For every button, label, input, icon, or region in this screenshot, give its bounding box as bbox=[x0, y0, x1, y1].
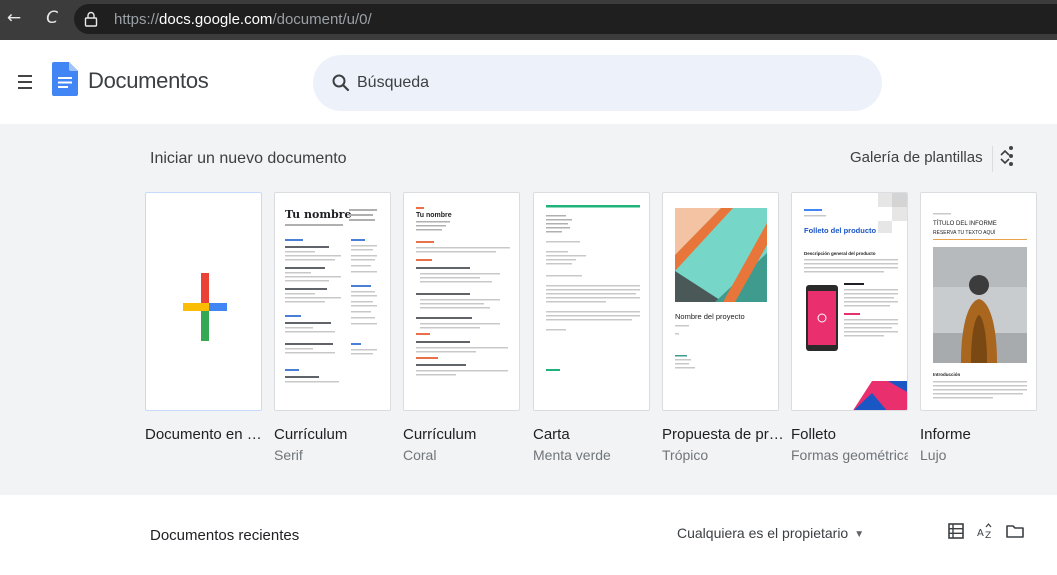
resume-coral-preview: Tu nombre bbox=[416, 207, 510, 376]
app-header: Documentos bbox=[0, 40, 1057, 124]
resume-serif-preview: Tu nombre bbox=[285, 208, 377, 383]
url-path: /document/u/0/ bbox=[272, 11, 372, 28]
recent-documents-header: Documentos recientes Cualquiera es el pr… bbox=[0, 495, 1057, 575]
plus-icon bbox=[183, 273, 227, 341]
template-name: Informe bbox=[920, 426, 971, 443]
template-resume-coral[interactable]: Tu nombre Currículum Coral bbox=[403, 192, 520, 463]
template-variant: Formas geométricas bbox=[791, 447, 908, 463]
template-variant: Lujo bbox=[920, 447, 947, 463]
more-vertical-icon[interactable] bbox=[1004, 146, 1018, 172]
template-name: Documento en bla... bbox=[145, 426, 269, 443]
url-host: docs.google.com bbox=[159, 11, 273, 28]
template-thumbnail[interactable]: Folleto del producto Descripción general… bbox=[791, 192, 908, 411]
template-blank[interactable]: Documento en bla... bbox=[145, 192, 269, 443]
back-arrow-icon[interactable]: ← bbox=[4, 8, 24, 28]
preview-section: Introducción bbox=[933, 372, 960, 377]
site-info-icon[interactable] bbox=[84, 11, 98, 27]
template-variant: Menta verde bbox=[533, 447, 611, 463]
template-gallery-toggle[interactable]: Galería de plantillas bbox=[850, 148, 1011, 172]
url-text: https://docs.google.com/document/u/0/ bbox=[114, 11, 372, 28]
template-name: Currículum bbox=[274, 426, 348, 443]
app-title[interactable]: Documentos bbox=[88, 68, 209, 94]
hamburger-menu-icon[interactable] bbox=[18, 75, 32, 89]
dropdown-arrow-icon: ▼ bbox=[854, 528, 865, 540]
url-scheme: https:// bbox=[114, 11, 160, 28]
letter-mint-preview bbox=[546, 205, 640, 371]
folder-icon[interactable] bbox=[1005, 521, 1025, 541]
list-view-icon[interactable] bbox=[946, 521, 966, 541]
docs-logo-icon[interactable] bbox=[52, 62, 78, 96]
template-resume-serif[interactable]: Tu nombre Currículum Serif bbox=[274, 192, 391, 463]
preview-heading: TÍTULO DEL INFORME bbox=[933, 220, 997, 227]
template-variant: Serif bbox=[274, 447, 303, 463]
preview-heading: Tu nombre bbox=[285, 208, 351, 221]
toolbar-divider bbox=[992, 146, 993, 172]
recent-documents-title: Documentos recientes bbox=[150, 527, 300, 544]
preview-subheading: RESERVA TU TEXTO AQUÍ bbox=[933, 229, 996, 236]
template-brochure-geometric[interactable]: Folleto del producto Descripción general… bbox=[791, 192, 908, 463]
search-input[interactable] bbox=[357, 69, 857, 97]
svg-text:Z: Z bbox=[985, 531, 991, 541]
template-report-luxe[interactable]: TÍTULO DEL INFORME RESERVA TU TEXTO AQUÍ… bbox=[920, 192, 1037, 463]
svg-text:A: A bbox=[977, 528, 984, 539]
preview-heading: Nombre del proyecto bbox=[675, 312, 745, 321]
report-luxe-preview: TÍTULO DEL INFORME RESERVA TU TEXTO AQUÍ… bbox=[933, 213, 1027, 399]
section-title: Iniciar un nuevo documento bbox=[150, 150, 347, 167]
template-name: Propuesta de proy... bbox=[662, 426, 786, 443]
gallery-label: Galería de plantillas bbox=[850, 148, 983, 166]
template-name: Currículum bbox=[403, 426, 477, 443]
reload-icon[interactable]: C bbox=[42, 8, 62, 28]
browser-toolbar: ← C https://docs.google.com/document/u/0… bbox=[0, 0, 1057, 40]
template-variant: Coral bbox=[403, 447, 437, 463]
template-thumbnail[interactable] bbox=[533, 192, 650, 411]
template-letter-mint[interactable]: Carta Menta verde bbox=[533, 192, 650, 463]
preview-subheading: Descripción general del producto bbox=[804, 251, 876, 256]
template-thumbnail[interactable]: Tu nombre bbox=[274, 192, 391, 411]
template-proposal-tropic[interactable]: Nombre del proyecto Propuesta de proy...… bbox=[662, 192, 786, 463]
template-thumbnail[interactable] bbox=[145, 192, 262, 411]
template-variant: Trópico bbox=[662, 447, 709, 463]
owner-filter-label: Cualquiera es el propietario bbox=[677, 525, 849, 541]
owner-filter-dropdown[interactable]: Cualquiera es el propietario ▼ bbox=[677, 525, 864, 541]
template-gallery-section: Iniciar un nuevo documento Galería de pl… bbox=[0, 124, 1057, 495]
proposal-tropic-preview: Nombre del proyecto bbox=[675, 208, 767, 369]
template-name: Carta bbox=[533, 426, 570, 443]
template-name: Folleto bbox=[791, 426, 837, 443]
brochure-geometric-preview: Folleto del producto Descripción general… bbox=[804, 193, 907, 410]
preview-heading: Folleto del producto bbox=[804, 226, 876, 235]
template-thumbnail[interactable]: Tu nombre bbox=[403, 192, 520, 411]
template-thumbnail[interactable]: TÍTULO DEL INFORME RESERVA TU TEXTO AQUÍ… bbox=[920, 192, 1037, 411]
sort-az-icon[interactable]: A Z bbox=[975, 521, 995, 541]
search-icon[interactable] bbox=[331, 73, 351, 93]
address-bar[interactable]: https://docs.google.com/document/u/0/ bbox=[74, 4, 1057, 34]
search-bar[interactable] bbox=[313, 55, 882, 111]
preview-heading: Tu nombre bbox=[416, 212, 452, 219]
template-thumbnail[interactable]: Nombre del proyecto bbox=[662, 192, 779, 411]
